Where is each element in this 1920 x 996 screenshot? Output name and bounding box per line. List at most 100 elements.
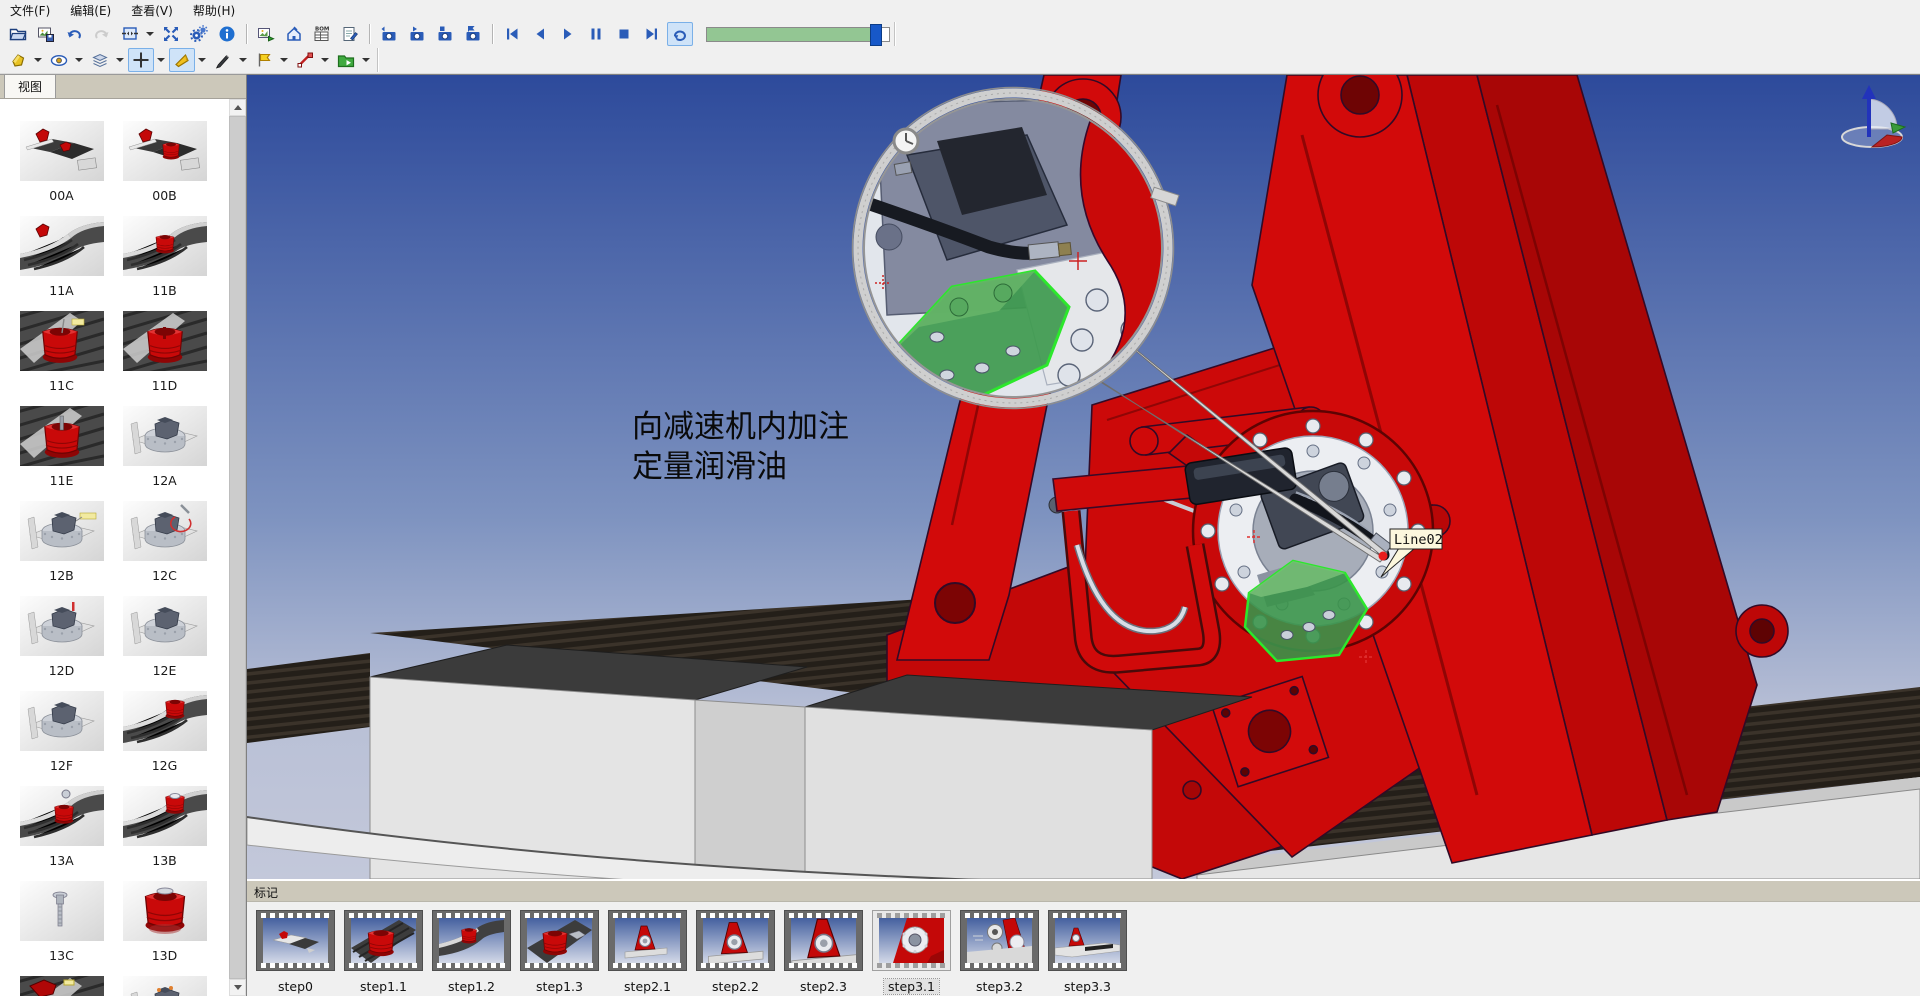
step-thumbnail-step1.3[interactable]: step1.3: [520, 910, 599, 994]
view-thumbnail-12A[interactable]: 12A: [116, 406, 213, 488]
step-thumbnail-step2.3[interactable]: step2.3: [784, 910, 863, 994]
dropdown-caret-icon[interactable]: [360, 49, 371, 71]
dropdown-caret-icon[interactable]: [155, 49, 166, 71]
view-thumbnail-partial[interactable]: [13, 976, 110, 996]
step-thumbnail-step3.3[interactable]: step3.3: [1048, 910, 1127, 994]
loop-button[interactable]: [667, 22, 693, 46]
info-button[interactable]: [214, 22, 240, 46]
view-thumbnail-12C[interactable]: 12C: [116, 501, 213, 583]
menu-item-edit[interactable]: 编辑(E): [60, 0, 121, 22]
view-thumbnail-image[interactable]: [20, 786, 104, 846]
view-thumbnail-00B[interactable]: 00B: [116, 121, 213, 203]
view-thumbnail-13B[interactable]: 13B: [116, 786, 213, 868]
dropdown-caret-icon[interactable]: [32, 49, 43, 71]
animation-progress-slider[interactable]: [706, 27, 890, 42]
filmstrip-frame[interactable]: [344, 910, 423, 971]
view-thumbnail-image[interactable]: [123, 121, 207, 181]
dropdown-caret-icon[interactable]: [237, 49, 248, 71]
view-thumbnail-12F[interactable]: 12F: [13, 691, 110, 773]
annotate-pen-button[interactable]: [210, 48, 236, 72]
view-thumbnail-image[interactable]: [20, 881, 104, 941]
view-thumbnail-11E[interactable]: 11E: [13, 406, 110, 488]
export-folder-button[interactable]: [333, 48, 359, 72]
filmstrip-frame[interactable]: [520, 910, 599, 971]
step-thumbnail-step3.2[interactable]: step3.2: [960, 910, 1039, 994]
menu-item-help[interactable]: 帮助(H): [183, 0, 245, 22]
view-thumbnail-13C[interactable]: 13C: [13, 881, 110, 963]
view-thumbnail-12E[interactable]: 12E: [116, 596, 213, 678]
home-view-button[interactable]: [281, 22, 307, 46]
tab-views[interactable]: 视图: [4, 74, 56, 98]
switch-window-button[interactable]: [117, 22, 143, 46]
menu-item-file[interactable]: 文件(F): [0, 0, 60, 22]
prev-step-button[interactable]: [527, 22, 553, 46]
view-thumbnail-image[interactable]: [123, 311, 207, 371]
first-step-button[interactable]: [499, 22, 525, 46]
view-thumbnail-image[interactable]: [20, 501, 104, 561]
view-thumbnail-image[interactable]: [123, 501, 207, 561]
step-thumbnail-step0[interactable]: step0: [256, 910, 335, 994]
view-thumbnail-00A[interactable]: 00A: [13, 121, 110, 203]
save-image-button[interactable]: [33, 22, 59, 46]
visibility-button[interactable]: [46, 48, 72, 72]
view-thumbnail-12D[interactable]: 12D: [13, 596, 110, 678]
menu-item-view[interactable]: 查看(V): [121, 0, 183, 22]
dropdown-caret-icon[interactable]: [278, 49, 289, 71]
settings-button[interactable]: [186, 22, 212, 46]
filmstrip-frame[interactable]: [960, 910, 1039, 971]
last-step-button[interactable]: [639, 22, 665, 46]
display-mode-button[interactable]: [87, 48, 113, 72]
view-thumbnail-image[interactable]: [123, 406, 207, 466]
sidebar-scrollbar[interactable]: [229, 99, 246, 996]
rotate-part-button[interactable]: [169, 48, 195, 72]
view-thumbnail-image[interactable]: [20, 311, 104, 371]
camera-play-button[interactable]: [404, 22, 430, 46]
play-button[interactable]: [555, 22, 581, 46]
dropdown-caret-icon[interactable]: [73, 49, 84, 71]
filmstrip-frame[interactable]: [784, 910, 863, 971]
3d-viewport[interactable]: 向减速机内加注 定量润滑油 Line02: [247, 74, 1920, 879]
view-thumbnail-11B[interactable]: 11B: [116, 216, 213, 298]
view-thumbnail-12B[interactable]: 12B: [13, 501, 110, 583]
part-transform-button[interactable]: [5, 48, 31, 72]
open-file-button[interactable]: [5, 22, 31, 46]
scrollbar-thumb[interactable]: [229, 116, 246, 979]
snapshot-button[interactable]: [253, 22, 279, 46]
fit-view-button[interactable]: [158, 22, 184, 46]
view-thumbnail-image[interactable]: [123, 216, 207, 276]
camera-stop-button[interactable]: [432, 22, 458, 46]
step-thumbnail-step1.1[interactable]: step1.1: [344, 910, 423, 994]
view-thumbnail-image[interactable]: [123, 596, 207, 656]
view-thumbnail-11C[interactable]: 11C: [13, 311, 110, 393]
stop-button[interactable]: [611, 22, 637, 46]
filmstrip-frame[interactable]: [432, 910, 511, 971]
step-thumbnail-step2.2[interactable]: step2.2: [696, 910, 775, 994]
view-thumbnail-image[interactable]: [20, 691, 104, 751]
view-thumbnail-image[interactable]: [20, 596, 104, 656]
progress-handle[interactable]: [870, 24, 882, 46]
note-button[interactable]: [337, 22, 363, 46]
camera-next-button[interactable]: [460, 22, 486, 46]
bom-table-button[interactable]: BOM: [309, 22, 335, 46]
view-thumbnail-image[interactable]: [123, 786, 207, 846]
view-thumbnail-image[interactable]: [20, 121, 104, 181]
view-thumbnail-image[interactable]: [20, 976, 104, 996]
pause-button[interactable]: [583, 22, 609, 46]
view-thumbnail-image[interactable]: [20, 406, 104, 466]
scroll-down-icon[interactable]: [229, 979, 246, 996]
filmstrip-frame[interactable]: [872, 910, 951, 971]
view-thumbnail-image[interactable]: [123, 881, 207, 941]
view-thumbnail-image[interactable]: [123, 976, 207, 996]
scroll-up-icon[interactable]: [229, 99, 246, 116]
view-thumbnail-image[interactable]: [123, 691, 207, 751]
dropdown-caret-icon[interactable]: [144, 23, 155, 45]
view-thumbnail-13D[interactable]: 13D: [116, 881, 213, 963]
step-thumbnail-step1.2[interactable]: step1.2: [432, 910, 511, 994]
filmstrip-frame[interactable]: [256, 910, 335, 971]
step-thumbnail-step3.1[interactable]: step3.1: [872, 910, 951, 994]
step-thumbnail-step2.1[interactable]: step2.1: [608, 910, 687, 994]
filmstrip-frame[interactable]: [1048, 910, 1127, 971]
measure-button[interactable]: [292, 48, 318, 72]
redo-button[interactable]: [89, 22, 115, 46]
dropdown-caret-icon[interactable]: [196, 49, 207, 71]
